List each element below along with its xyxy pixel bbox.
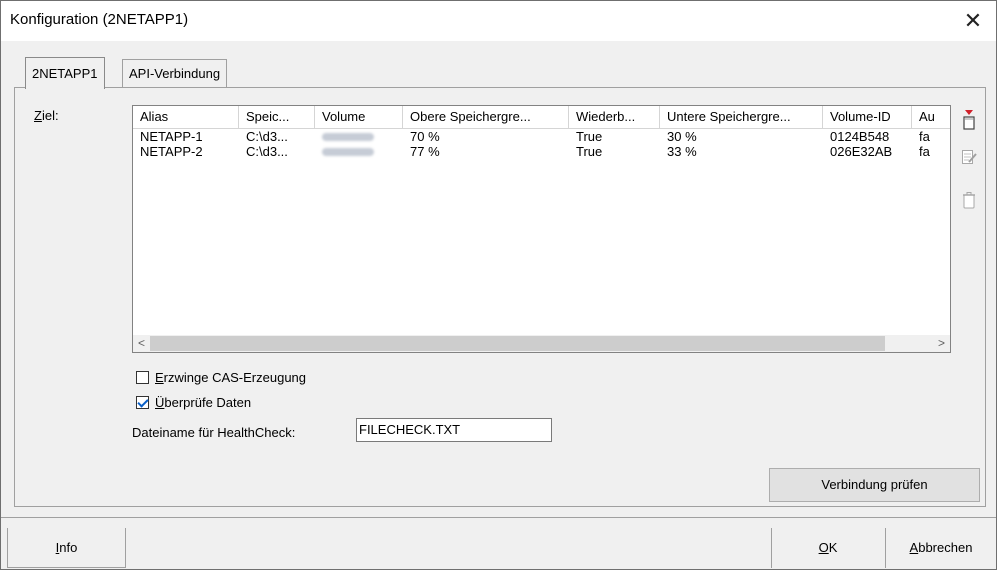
scroll-left-icon[interactable]: < <box>133 335 150 352</box>
force-cas-option[interactable]: Erzwinge CAS-Erzeugung <box>136 368 306 386</box>
column-header-speicher[interactable]: Speic... <box>239 106 315 128</box>
title-bar: Konfiguration (2NETAPP1) ✕ <box>1 1 996 41</box>
info-button[interactable]: Info <box>7 528 126 568</box>
bottom-divider <box>1 517 996 518</box>
cell-wiederb: True <box>576 144 603 159</box>
column-header-au[interactable]: Au <box>912 106 950 128</box>
horizontal-scrollbar[interactable]: < > <box>133 335 950 352</box>
edit-icon[interactable] <box>961 148 977 166</box>
cell-volume-redacted <box>315 129 403 144</box>
add-icon[interactable] <box>961 110 977 130</box>
column-header-obere[interactable]: Obere Speichergre... <box>403 106 569 128</box>
cancel-button[interactable]: Abbrechen <box>885 528 996 568</box>
target-list[interactable]: Alias Speic... Volume Obere Speichergre.… <box>132 105 951 353</box>
cell-alias: NETAPP-1 <box>140 129 203 144</box>
healthcheck-filename-input[interactable]: FILECHECK.TXT <box>356 418 552 442</box>
ok-button[interactable]: OK <box>771 528 884 568</box>
list-header: Alias Speic... Volume Obere Speichergre.… <box>133 106 950 129</box>
cell-alias: NETAPP-2 <box>140 144 203 159</box>
cell-volume-redacted <box>315 144 403 159</box>
healthcheck-label: Dateiname für HealthCheck: <box>132 425 296 440</box>
column-header-volume[interactable]: Volume <box>315 106 403 128</box>
close-icon[interactable]: ✕ <box>950 1 996 41</box>
check-connection-button[interactable]: Verbindung prüfen <box>769 468 980 502</box>
force-cas-checkbox[interactable] <box>136 370 149 384</box>
cell-speicher: C:\d3... <box>246 144 288 159</box>
cell-speicher: C:\d3... <box>246 129 288 144</box>
cell-volume-id: 0124B548 <box>830 129 890 144</box>
configuration-dialog: Konfiguration (2NETAPP1) ✕ 2NETAPP1 API-… <box>0 0 997 570</box>
window-title: Konfiguration (2NETAPP1) <box>10 11 189 28</box>
cell-obere: 70 % <box>410 129 440 144</box>
cell-untere: 30 % <box>667 129 697 144</box>
table-row[interactable]: NETAPP-1 C:\d3... 70 % True 30 % 0124B54… <box>133 129 950 144</box>
tab-2netapp1[interactable]: 2NETAPP1 <box>25 57 105 89</box>
scrollbar-thumb[interactable] <box>150 336 885 351</box>
column-header-wiederb[interactable]: Wiederb... <box>569 106 660 128</box>
verify-data-label: Überprüfe Daten <box>155 394 252 410</box>
cell-au: fa <box>919 129 930 144</box>
delete-icon[interactable] <box>961 192 977 210</box>
verify-data-option[interactable]: Überprüfe Daten <box>136 393 251 411</box>
column-header-untere[interactable]: Untere Speichergre... <box>660 106 823 128</box>
table-row[interactable]: NETAPP-2 C:\d3... 77 % True 33 % 026E32A… <box>133 144 950 159</box>
force-cas-label: Erzwinge CAS-Erzeugung <box>155 369 307 385</box>
cell-au: fa <box>919 144 930 159</box>
tab-api-verbindung[interactable]: API-Verbindung <box>122 59 228 87</box>
target-label: Ziel: <box>34 108 59 123</box>
column-header-alias[interactable]: Alias <box>133 106 239 128</box>
cell-untere: 33 % <box>667 144 697 159</box>
cell-obere: 77 % <box>410 144 440 159</box>
verify-data-checkbox[interactable] <box>136 395 149 409</box>
cell-volume-id: 026E32AB <box>830 144 893 159</box>
scroll-right-icon[interactable]: > <box>933 335 950 352</box>
tab-panel: Ziel: Alias Speic... Volume Obere Speich… <box>14 87 986 507</box>
cell-wiederb: True <box>576 129 603 144</box>
column-header-volume-id[interactable]: Volume-ID <box>823 106 912 128</box>
